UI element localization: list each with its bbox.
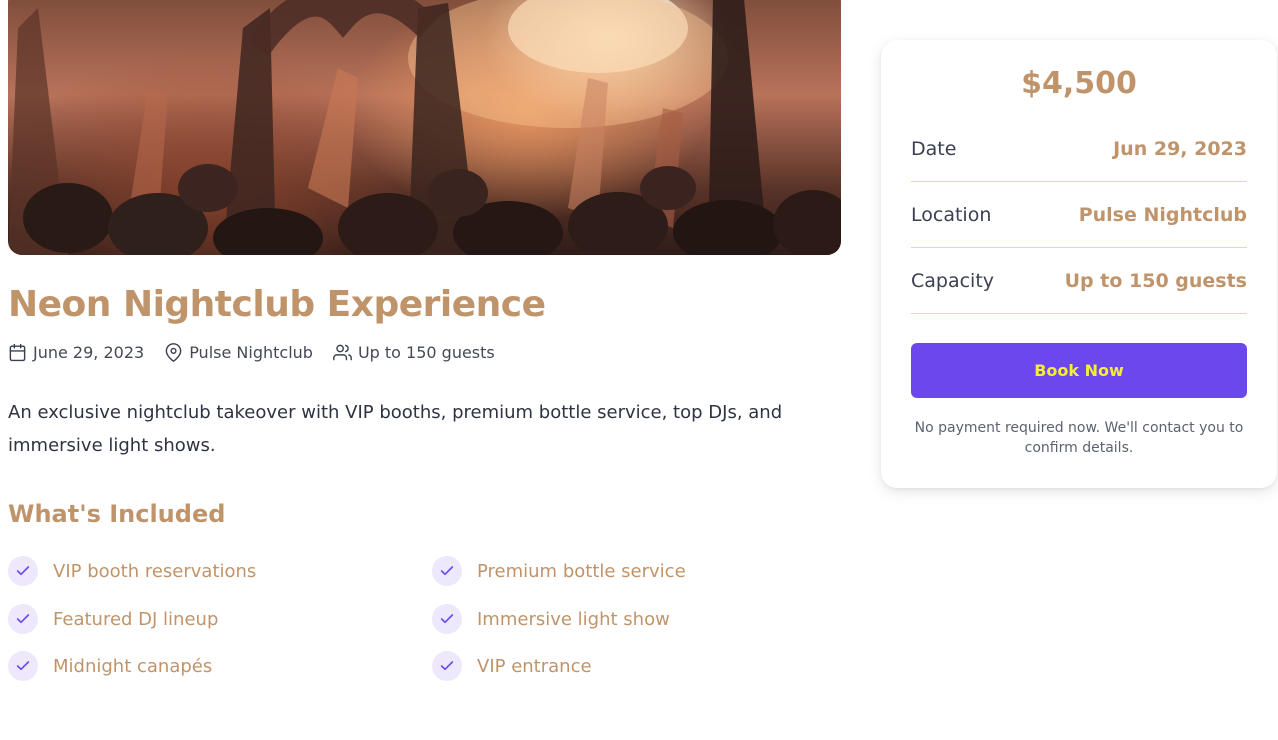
feature-item: Immersive light show [432,604,670,634]
feature-label: Immersive light show [477,608,670,630]
feature-label: Premium bottle service [477,560,686,582]
meta-capacity-text: Up to 150 guests [357,342,495,362]
meta-date: June 29, 2023 [8,343,144,362]
row-value: Jun 29, 2023 [1113,137,1247,160]
meta-location: Pulse Nightclub [164,343,313,362]
booking-row-date: Date Jun 29, 2023 [911,116,1247,182]
check-icon [432,556,462,586]
row-label: Capacity [911,269,995,292]
event-meta: June 29, 2023 Pulse Nightclub Up to 150 … [8,341,515,363]
check-icon [8,556,38,586]
check-icon [432,651,462,681]
feature-item: VIP entrance [432,651,592,681]
feature-label: Midnight canapés [53,655,213,677]
feature-label: VIP entrance [477,655,592,677]
meta-date-text: June 29, 2023 [33,342,145,362]
row-label: Date [911,137,957,160]
row-value: Pulse Nightclub [1078,203,1247,226]
event-description: An exclusive nightclub takeover with VIP… [8,402,783,456]
booking-note: No payment required now. We'll contact y… [914,420,1244,456]
calendar-icon [9,343,26,361]
feature-item: Premium bottle service [432,556,686,586]
row-label: Location [911,203,992,226]
feature-label: VIP booth reservations [53,560,257,582]
booking-card: $4,500 Date Jun 29, 2023 Location Pulse … [881,40,1277,488]
row-value: Up to 150 guests [1064,269,1247,292]
check-icon [8,651,38,681]
book-now-button[interactable]: Book Now [911,343,1247,398]
check-icon [432,604,462,634]
price: $4,500 [1021,66,1137,101]
booking-row-location: Location Pulse Nightclub [911,182,1247,248]
event-hero-image [8,0,841,255]
booking-row-capacity: Capacity Up to 150 guests [911,248,1247,314]
included-heading: What's Included [8,500,226,528]
check-icon [8,604,38,634]
meta-location-text: Pulse Nightclub [189,342,313,362]
crowd-illustration [8,0,841,255]
map-pin-icon [165,342,182,362]
feature-item: VIP booth reservations [8,556,256,586]
feature-item: Featured DJ lineup [8,604,218,634]
feature-item: Midnight canapés [8,651,212,681]
meta-capacity: Up to 150 guests [333,343,495,362]
event-title: Neon Nightclub Experience [8,284,546,325]
users-icon [333,344,352,360]
feature-label: Featured DJ lineup [53,608,219,630]
